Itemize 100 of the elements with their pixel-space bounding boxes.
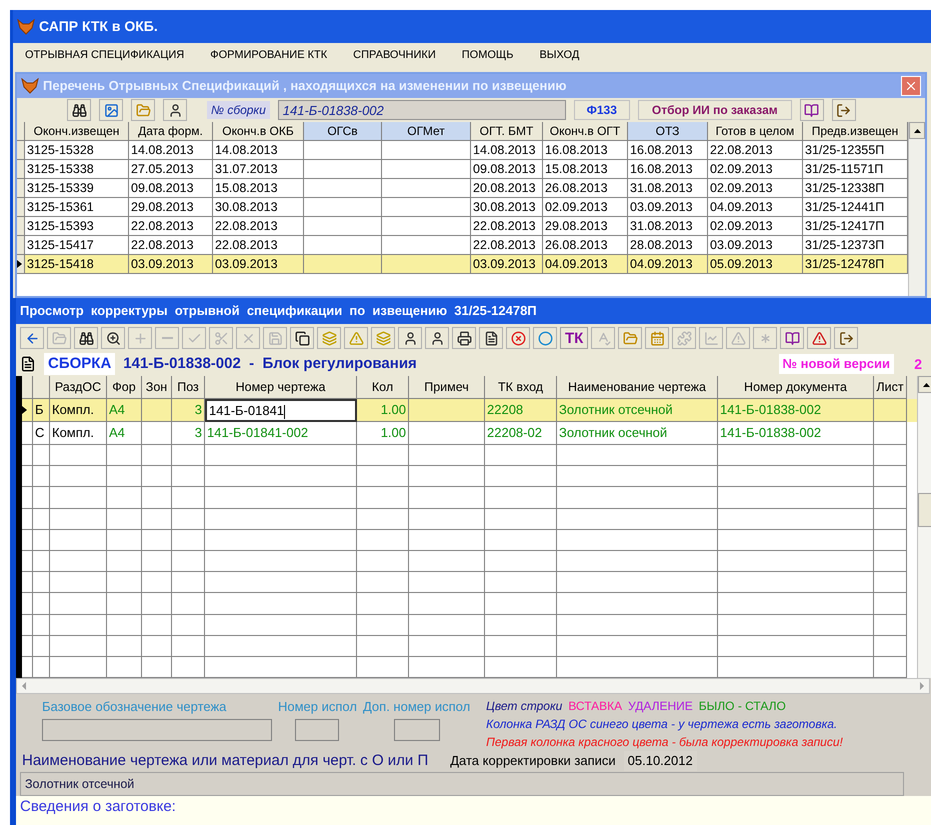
windows-button[interactable] (290, 327, 314, 349)
view-window-title: Просмотр корректуры отрывной спецификации по извещению 31/25-12478П (20, 302, 537, 320)
table-row[interactable]: 3125-15418 03.09.2013 03.09.2013 03.09.2013 04.09.2013 04.09.2013 05.09.2013 31/25-12478П (17, 255, 908, 274)
person-button[interactable] (398, 327, 422, 349)
folder-icon (136, 102, 150, 118)
row-header[interactable] (17, 255, 25, 274)
menu-item[interactable]: ОТРЫВНАЯ СПЕЦИФИКАЦИЯ (25, 47, 184, 64)
binoculars-button[interactable] (67, 99, 91, 121)
table-row[interactable]: 3125-15417 22.08.2013 22.08.2013 22.08.2013 26.08.2013 28.08.2013 03.09.2013 31/25-12373П (17, 236, 908, 255)
layers-icon (322, 330, 336, 346)
table-cell: 141-Б-01838-002 (718, 422, 874, 445)
warning-button[interactable] (344, 327, 368, 349)
scroll-up-icon (914, 128, 920, 132)
table-cell (142, 593, 172, 614)
table-cell (485, 530, 557, 551)
menu-item[interactable]: ПОМОЩЬ (462, 47, 514, 64)
table-cell (357, 593, 409, 614)
person-button[interactable] (163, 99, 187, 121)
horizontal-scrollbar[interactable] (16, 678, 930, 694)
f133-button[interactable]: Ф133 (574, 100, 630, 120)
back-button[interactable] (20, 327, 44, 349)
document-button[interactable] (479, 327, 503, 349)
calendar-icon (650, 330, 665, 346)
table-row[interactable]: 3125-15361 29.08.2013 30.08.2013 30.08.2013 02.09.2013 03.09.2013 04.09.2013 31/25-12441П (17, 198, 908, 217)
table-cell: 03.09.2013 (213, 255, 304, 274)
exit-icon (836, 102, 852, 118)
properties-icon (20, 356, 36, 372)
filter-button[interactable]: Отбор ИИ по заказам (638, 100, 792, 120)
table-cell: 3 (172, 422, 205, 445)
exit-button[interactable] (832, 99, 856, 121)
table-cell (874, 422, 907, 445)
blank-column-note: Колонка РАЗД ОС синего цвета - у чертежа есть заготовка. (486, 716, 838, 733)
circle-button[interactable] (533, 327, 557, 349)
folder-button[interactable] (131, 99, 155, 121)
tk-button[interactable]: ТК (560, 327, 588, 349)
fox-logo-icon (21, 78, 39, 94)
drawing-number-input[interactable]: 141-Б-01841 (205, 399, 357, 422)
base-designation-field[interactable] (42, 718, 272, 740)
table-cell: 04.09.2013 (543, 255, 628, 274)
exec-number-field[interactable] (295, 718, 340, 740)
calendar-button[interactable] (645, 327, 670, 349)
exec-number-label: Номер испол (278, 698, 357, 716)
table-cell (50, 487, 107, 509)
book-button[interactable] (780, 327, 804, 349)
column-header[interactable]: ОТЗ (628, 122, 708, 141)
printer-icon (456, 330, 472, 346)
table-cell (172, 593, 205, 614)
table-row[interactable]: 3125-15393 22.08.2013 22.08.2013 22.08.2013 29.08.2013 31.08.2013 02.09.2013 31/25-12417П (17, 217, 908, 236)
stop-button[interactable] (506, 327, 530, 349)
table-cell (33, 572, 50, 594)
extra-exec-number-field[interactable] (394, 718, 440, 740)
assembly-field[interactable]: 141-Б-01838-002 (278, 100, 566, 120)
image-button[interactable] (99, 99, 123, 121)
close-icon (904, 79, 918, 93)
table-cell (107, 530, 142, 551)
column-header[interactable]: ОГМет (382, 122, 471, 141)
column-header[interactable]: ОГСв (304, 122, 382, 141)
book-button[interactable] (800, 99, 824, 121)
menu-item[interactable]: СПРАВОЧНИКИ (353, 47, 436, 64)
legend-item: ВСТАВКА (568, 698, 622, 715)
table-cell (357, 445, 409, 466)
table-cell (485, 550, 557, 572)
table-row[interactable]: 3125-15328 14.08.2013 14.08.2013 14.08.2013 16.08.2013 16.08.2013 22.08.2013 31/25-12355П (17, 141, 908, 160)
extra-exec-number-label: Доп. номер испол (362, 698, 470, 716)
folder-icon (52, 330, 66, 346)
table-cell (50, 550, 107, 572)
correction-date-label: Дата корректировки записи (450, 752, 616, 770)
zoom-button[interactable] (101, 327, 125, 349)
version-value: 2 (913, 354, 923, 374)
table-cell (107, 550, 142, 572)
table-row[interactable]: Б Компл. А4 3 141-Б-01841 1.00 22208 Золотник отсечной 141-Б-01838-002 (22, 399, 917, 422)
table-cell (142, 572, 172, 594)
table-cell (874, 487, 907, 509)
folder-button[interactable] (618, 327, 642, 349)
row-pointer-icon (22, 406, 27, 414)
menu-item[interactable]: ФОРМИРОВАНИЕ КТК (210, 47, 328, 64)
table-cell (142, 422, 172, 445)
table-cell (33, 636, 50, 657)
table-cell (172, 445, 205, 466)
row-pointer-icon (17, 260, 22, 268)
vertical-scrollbar[interactable] (917, 376, 931, 678)
drawing-name-field[interactable]: Золотник отсечной (20, 772, 904, 796)
menu-item[interactable]: ВЫХОД (539, 47, 580, 64)
close-button[interactable] (901, 76, 921, 96)
scroll-thumb[interactable] (918, 493, 931, 527)
exit-button[interactable] (834, 327, 858, 349)
table-cell (172, 508, 205, 530)
table-cell (357, 572, 409, 594)
table-cell (485, 445, 557, 466)
person-button[interactable] (425, 327, 449, 349)
table-cell (874, 550, 907, 572)
circle-icon (538, 330, 552, 346)
printer-button[interactable] (452, 327, 476, 349)
alert-button[interactable] (807, 327, 832, 349)
binoculars-button[interactable] (74, 327, 98, 349)
vertical-scrollbar[interactable] (908, 122, 925, 296)
table-cell (107, 508, 142, 530)
table-cell: 3125-15418 (25, 255, 129, 274)
table-row[interactable]: 3125-15339 09.08.2013 15.08.2013 20.08.2013 26.08.2013 31.08.2013 02.09.2013 31/25-12338П (17, 179, 908, 198)
table-row[interactable]: 3125-15338 27.05.2013 31.07.2013 09.08.2013 15.08.2013 16.08.2013 02.09.2013 31/25-11571П (17, 160, 908, 179)
